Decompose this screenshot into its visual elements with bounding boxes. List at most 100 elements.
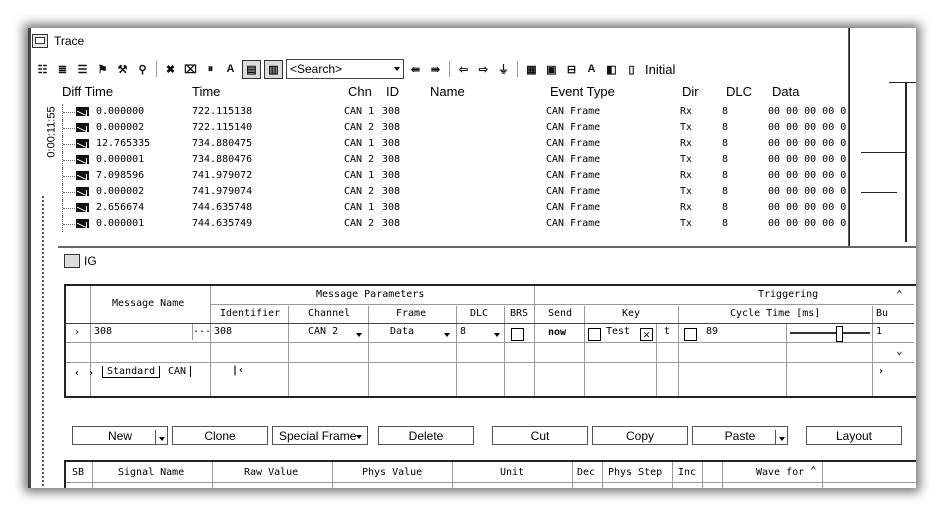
search-prev-icon[interactable]: ⇚ bbox=[407, 61, 424, 78]
header-phys-value[interactable]: Phys Value bbox=[362, 467, 422, 478]
table-row[interactable]: 0.000001 744.635749 CAN 2 308 CAN Frame Tx 8 00… bbox=[58, 216, 848, 232]
cell-identifier[interactable]: 308 bbox=[214, 326, 232, 337]
cell-cycle-time[interactable]: 89 bbox=[706, 326, 718, 337]
statistics-icon[interactable]: ⚒ bbox=[114, 61, 131, 78]
col-dlc[interactable]: DLC bbox=[726, 84, 752, 99]
table-row[interactable]: 0.000002 741.979074 CAN 2 308 CAN Frame Tx 8 00… bbox=[58, 184, 848, 200]
header-signal-name[interactable]: Signal Name bbox=[118, 467, 184, 478]
chevron-down-icon[interactable] bbox=[494, 333, 500, 337]
special-frame-button[interactable]: Special Frame bbox=[272, 426, 368, 445]
delete-icon[interactable]: ✖ bbox=[162, 61, 179, 78]
tab-next-icon[interactable]: › bbox=[88, 368, 94, 379]
header-dlc[interactable]: DLC bbox=[470, 308, 488, 319]
send-now-button[interactable]: now bbox=[548, 327, 566, 338]
header-message-name[interactable]: Message Name bbox=[112, 298, 184, 309]
col-diff-time[interactable]: Diff Time bbox=[62, 84, 113, 99]
header-dec[interactable]: Dec bbox=[577, 467, 595, 478]
layout-icon[interactable]: ▣ bbox=[543, 61, 560, 78]
header-send[interactable]: Send bbox=[548, 308, 572, 319]
tab-standard[interactable]: Standard bbox=[102, 366, 161, 378]
search-dropdown[interactable]: <Search> bbox=[286, 59, 404, 79]
header-phys-step[interactable]: Phys Step bbox=[608, 467, 662, 478]
symbol-icon[interactable]: ⚑ bbox=[94, 61, 111, 78]
table-row[interactable]: 12.765335 734.880475 CAN 1 308 CAN Frame Rx 8 0… bbox=[58, 136, 848, 152]
cell-burst[interactable]: 1 bbox=[876, 326, 882, 337]
header-unit[interactable]: Unit bbox=[500, 467, 524, 478]
scroll-up-icon[interactable]: ⌃ bbox=[810, 464, 817, 477]
table-row[interactable]: 7.098596 741.979072 CAN 1 308 CAN Frame Rx 8 00… bbox=[58, 168, 848, 184]
header-cycle-time[interactable]: Cycle Time [ms] bbox=[730, 308, 820, 319]
key-checked-checkbox[interactable]: ✕ bbox=[640, 328, 653, 341]
cell-message-name[interactable]: 308 bbox=[94, 326, 112, 337]
header-wave-form[interactable]: Wave for bbox=[756, 467, 804, 478]
key-checkbox[interactable] bbox=[588, 328, 601, 341]
layout-button[interactable]: Layout bbox=[806, 426, 902, 445]
columns-icon[interactable]: ⊟ bbox=[563, 61, 580, 78]
color-icon[interactable]: ◧ bbox=[603, 61, 620, 78]
cell-key[interactable]: Test bbox=[606, 326, 630, 337]
chevron-down-icon[interactable] bbox=[356, 333, 362, 337]
arrow-left-icon[interactable]: ⇦ bbox=[455, 61, 472, 78]
arrow-right-icon[interactable]: ⇨ bbox=[475, 61, 492, 78]
text-format-icon[interactable]: A bbox=[222, 61, 239, 78]
trace-filter-icon[interactable]: ☷ bbox=[34, 61, 51, 78]
search-next-icon[interactable]: ⇛ bbox=[427, 61, 444, 78]
marker-icon[interactable]: ⏚ bbox=[495, 61, 512, 78]
tab-can[interactable]: CAN bbox=[164, 366, 192, 377]
chevron-down-icon[interactable] bbox=[444, 333, 450, 337]
table-row[interactable]: 0.000002 722.115140 CAN 2 308 CAN Frame Tx 8 00… bbox=[58, 120, 848, 136]
col-chn[interactable]: Chn bbox=[348, 84, 372, 99]
table-row[interactable]: 0.000000 722.115138 CAN 1 308 CAN Frame Rx 8 00… bbox=[58, 104, 848, 120]
initial-icon[interactable]: ▯ bbox=[623, 61, 640, 78]
clear-icon[interactable]: ⌧ bbox=[182, 61, 199, 78]
cut-button[interactable]: Cut bbox=[492, 426, 588, 445]
col-time[interactable]: Time bbox=[192, 84, 220, 99]
col-data[interactable]: Data bbox=[772, 84, 799, 99]
copy-button[interactable]: Copy bbox=[592, 426, 688, 445]
col-id[interactable]: ID bbox=[386, 84, 399, 99]
browse-button[interactable]: ... bbox=[192, 324, 211, 340]
header-identifier[interactable]: Identifier bbox=[220, 308, 280, 319]
scroll-down-icon[interactable]: ⌄ bbox=[896, 344, 903, 357]
header-raw-value[interactable]: Raw Value bbox=[244, 467, 298, 478]
delete-button[interactable]: Delete bbox=[378, 426, 474, 445]
new-dropdown-icon[interactable] bbox=[155, 430, 165, 444]
clone-button[interactable]: Clone bbox=[172, 426, 268, 445]
brs-checkbox[interactable] bbox=[511, 328, 524, 341]
hscroll-right-icon[interactable]: › bbox=[878, 366, 884, 377]
cell-dlc[interactable]: 8 bbox=[460, 326, 466, 337]
row-selector-icon[interactable]: › bbox=[74, 327, 80, 338]
table-row[interactable]: 2.656674 744.635748 CAN 1 308 CAN Frame Rx 8 00… bbox=[58, 200, 848, 216]
paste-dropdown-icon[interactable] bbox=[775, 430, 785, 444]
paste-button[interactable]: Paste bbox=[692, 426, 788, 445]
initial-label[interactable]: Initial bbox=[645, 62, 675, 77]
scroll-icon[interactable]: ▥ bbox=[264, 59, 283, 79]
cycle-slider-handle[interactable] bbox=[836, 326, 843, 342]
header-frame[interactable]: Frame bbox=[396, 308, 426, 319]
fixed-position-icon[interactable]: ☰ bbox=[74, 61, 91, 78]
hscroll-left-icon[interactable]: |‹ bbox=[232, 365, 244, 376]
header-key[interactable]: Key bbox=[622, 308, 640, 319]
cycle-slider-track[interactable] bbox=[790, 332, 870, 334]
pause-icon[interactable]: ⏸ bbox=[202, 61, 219, 78]
col-event-type[interactable]: Event Type bbox=[550, 84, 615, 99]
window-icon[interactable]: ▦ bbox=[523, 61, 540, 78]
scroll-up-icon[interactable]: ⌃ bbox=[896, 288, 903, 301]
col-dir[interactable]: Dir bbox=[682, 84, 699, 99]
find-icon[interactable]: ⚲ bbox=[134, 61, 151, 78]
detail-view-icon[interactable]: ▤ bbox=[242, 59, 261, 79]
table-row[interactable]: 0.000001 734.880476 CAN 2 308 CAN Frame Tx 8 00… bbox=[58, 152, 848, 168]
cell-frame[interactable]: Data bbox=[390, 326, 414, 337]
tab-prev-icon[interactable]: ‹ bbox=[74, 368, 80, 379]
new-button[interactable]: New bbox=[72, 426, 168, 445]
header-brs[interactable]: BRS bbox=[510, 308, 528, 319]
cycle-checkbox[interactable] bbox=[684, 328, 697, 341]
header-inc[interactable]: Inc bbox=[678, 467, 696, 478]
chronological-icon[interactable]: ≣ bbox=[54, 61, 71, 78]
cell-channel[interactable]: CAN 2 bbox=[308, 326, 338, 337]
header-channel[interactable]: Channel bbox=[308, 308, 350, 319]
col-name[interactable]: Name bbox=[430, 84, 465, 99]
header-sb[interactable]: SB bbox=[72, 467, 84, 478]
header-burst[interactable]: Bu bbox=[876, 308, 888, 319]
font-size-icon[interactable]: A bbox=[583, 61, 600, 78]
